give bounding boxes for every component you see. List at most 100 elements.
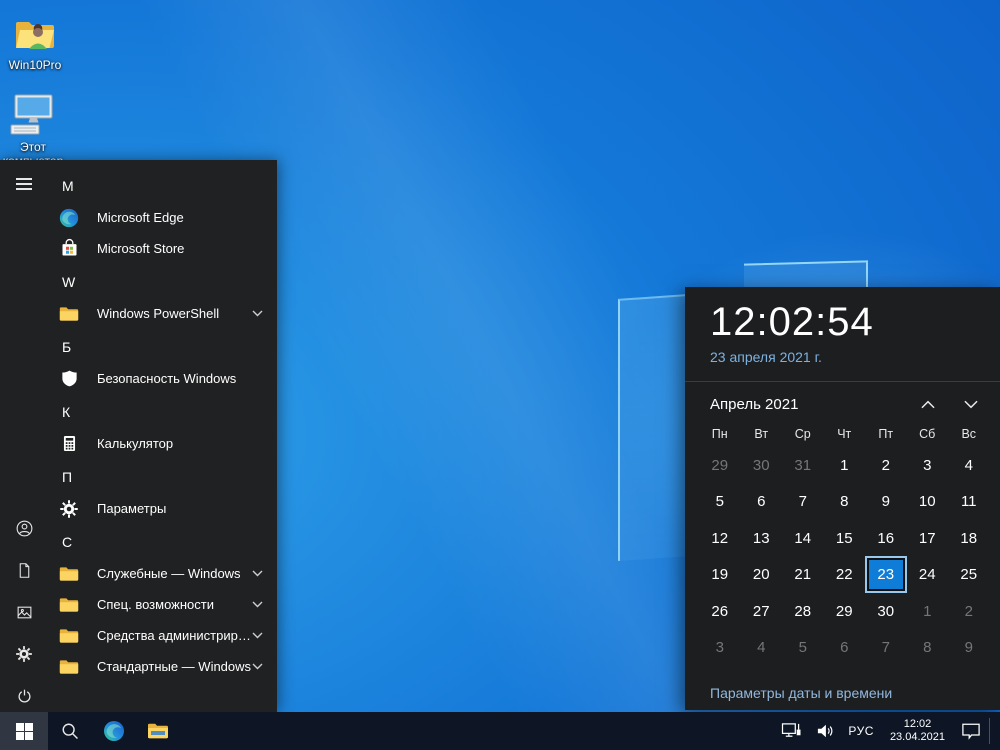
chevron-down-icon[interactable] — [964, 400, 978, 410]
action-center-icon[interactable] — [954, 712, 988, 750]
documents-icon[interactable] — [6, 552, 42, 588]
power-icon[interactable] — [6, 678, 42, 714]
calendar-day[interactable]: 1 — [907, 593, 949, 630]
calendar-day[interactable]: 31 — [782, 447, 824, 484]
start-section-letter[interactable]: С — [48, 526, 277, 558]
clock-date-link[interactable]: 23 апреля 2021 г. — [710, 349, 822, 365]
store-icon — [57, 237, 81, 261]
calendar-day[interactable]: 15 — [824, 520, 866, 557]
start-app-item[interactable]: Microsoft Edge — [48, 202, 277, 233]
date-time-settings-link[interactable]: Параметры даты и времени — [710, 685, 892, 701]
clock-calendar-flyout: 12:02:54 23 апреля 2021 г. Апрель 2021 П… — [685, 287, 1000, 710]
calendar-day[interactable]: 20 — [741, 557, 783, 594]
start-section-letter[interactable]: W — [48, 266, 277, 298]
start-button[interactable] — [0, 712, 48, 750]
calendar-day[interactable]: 1 — [824, 447, 866, 484]
calendar-day[interactable]: 28 — [782, 593, 824, 630]
calendar-day[interactable]: 7 — [865, 630, 907, 667]
calendar-day[interactable]: 4 — [741, 630, 783, 667]
start-app-item[interactable]: Windows PowerShell — [48, 298, 277, 329]
start-app-item[interactable]: Стандартные — Windows — [48, 651, 277, 682]
settings-icon[interactable] — [6, 636, 42, 672]
calendar-day[interactable]: 12 — [699, 520, 741, 557]
calendar-day[interactable]: 30 — [865, 593, 907, 630]
chevron-down-icon[interactable] — [252, 663, 263, 670]
start-app-item[interactable]: Microsoft Store — [48, 233, 277, 264]
file-explorer-button[interactable] — [136, 712, 180, 750]
calendar-day[interactable]: 5 — [782, 630, 824, 667]
language-indicator[interactable]: РУС — [841, 712, 881, 750]
calendar-day[interactable]: 11 — [948, 484, 990, 521]
user-icon[interactable] — [6, 510, 42, 546]
calendar-day[interactable]: 2 — [948, 593, 990, 630]
chevron-up-icon[interactable] — [921, 400, 935, 410]
calendar-day[interactable]: 9 — [948, 630, 990, 667]
calendar-weekday: Вс — [961, 427, 977, 441]
calendar-day[interactable]: 10 — [907, 484, 949, 521]
start-app-item[interactable]: Калькулятор — [48, 428, 277, 459]
calendar-day[interactable]: 4 — [948, 447, 990, 484]
shield-icon — [57, 367, 81, 391]
pictures-icon[interactable] — [6, 594, 42, 630]
tray-date: 23.04.2021 — [889, 731, 945, 743]
calendar-day[interactable]: 13 — [741, 520, 783, 557]
start-section-letter[interactable]: M — [48, 170, 277, 202]
chevron-down-icon[interactable] — [252, 570, 263, 577]
start-app-item[interactable]: Средства администрирования W… — [48, 620, 277, 651]
start-section-letter[interactable]: К — [48, 396, 277, 428]
calendar-day[interactable]: 2 — [865, 447, 907, 484]
start-app-item[interactable]: Служебные — Windows — [48, 558, 277, 589]
start-app-label: Безопасность Windows — [97, 371, 237, 386]
taskbar: РУС 12:02 23.04.2021 — [0, 712, 1000, 750]
hamburger-icon[interactable] — [6, 166, 42, 202]
calendar-day[interactable]: 3 — [699, 630, 741, 667]
calendar-day[interactable]: 3 — [907, 447, 949, 484]
desktop-icon-this-pc[interactable]: Этот компьютер — [0, 92, 66, 168]
calendar-day[interactable]: 5 — [699, 484, 741, 521]
calendar-day[interactable]: 29 — [699, 447, 741, 484]
calendar-day[interactable]: 21 — [782, 557, 824, 594]
calendar-day[interactable]: 29 — [824, 593, 866, 630]
start-section-letter[interactable]: Б — [48, 331, 277, 363]
chevron-down-icon[interactable] — [252, 601, 263, 608]
start-app-label: Microsoft Store — [97, 241, 185, 256]
folder-icon — [57, 562, 81, 586]
start-app-label: Windows PowerShell — [97, 306, 220, 321]
calendar-day[interactable]: 26 — [699, 593, 741, 630]
calendar-day[interactable]: 25 — [948, 557, 990, 594]
start-app-label: Калькулятор — [97, 436, 174, 451]
calendar-day[interactable]: 6 — [824, 630, 866, 667]
calendar-day[interactable]: 19 — [699, 557, 741, 594]
calendar-day[interactable]: 27 — [741, 593, 783, 630]
windows-logo-pane — [618, 294, 688, 561]
start-app-list: M Microsoft Edge Microsoft Store W Windo… — [48, 168, 277, 682]
calendar-day[interactable]: 22 — [824, 557, 866, 594]
edge-taskbar-button[interactable] — [92, 712, 136, 750]
calendar-day[interactable]: 7 — [782, 484, 824, 521]
desktop-icon-win10pro[interactable]: Win10Pro — [2, 10, 68, 72]
calendar-day[interactable]: 17 — [907, 520, 949, 557]
start-app-item[interactable]: Безопасность Windows — [48, 363, 277, 394]
calendar-day[interactable]: 18 — [948, 520, 990, 557]
calendar-month-row: Апрель 2021 — [685, 382, 1000, 413]
calendar-day[interactable]: 24 — [907, 557, 949, 594]
calendar-day[interactable]: 9 — [865, 484, 907, 521]
calendar-day[interactable]: 8 — [907, 630, 949, 667]
calendar-day[interactable]: 16 — [865, 520, 907, 557]
calendar-day[interactable]: 8 — [824, 484, 866, 521]
chevron-down-icon[interactable] — [252, 310, 263, 317]
start-app-item[interactable]: Параметры — [48, 493, 277, 524]
start-app-label: Служебные — Windows — [97, 566, 241, 581]
speaker-icon[interactable] — [809, 712, 841, 750]
calendar-day-selected[interactable]: 23 — [865, 557, 907, 594]
chevron-down-icon[interactable] — [252, 632, 263, 639]
start-app-item[interactable]: Спец. возможности — [48, 589, 277, 620]
network-icon[interactable] — [774, 712, 809, 750]
start-section-letter[interactable]: П — [48, 461, 277, 493]
calendar-day[interactable]: 6 — [741, 484, 783, 521]
tray-clock[interactable]: 12:02 23.04.2021 — [881, 712, 954, 750]
show-desktop-button[interactable] — [991, 712, 1000, 750]
calendar-day[interactable]: 30 — [741, 447, 783, 484]
search-button[interactable] — [48, 712, 92, 750]
calendar-day[interactable]: 14 — [782, 520, 824, 557]
